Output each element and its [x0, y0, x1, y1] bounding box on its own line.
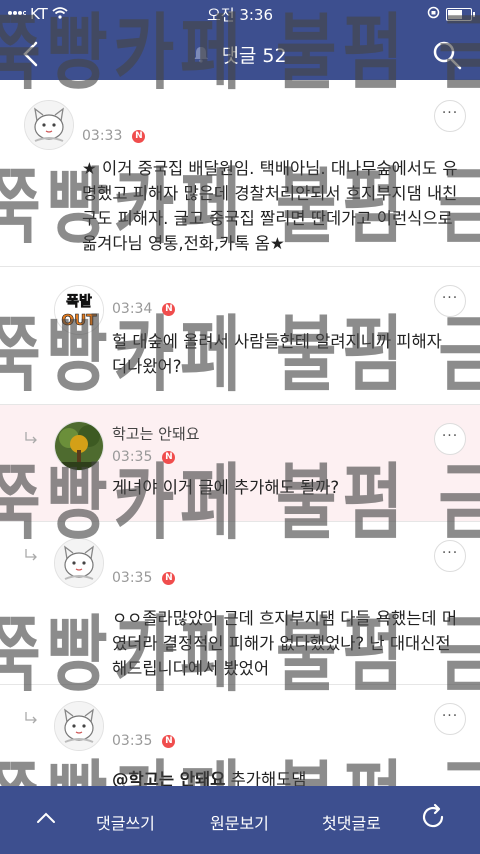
more-dots-icon: ···	[441, 428, 459, 444]
reply-arrow-icon	[25, 712, 37, 724]
bottom-toolbar: 댓글쓰기 원문보기 첫댓글로	[0, 786, 480, 854]
more-dots-icon: ···	[441, 290, 459, 306]
avatar-label-top: 폭발	[66, 293, 92, 310]
page-title: 댓글 52	[221, 45, 287, 67]
reply-arrow-icon	[25, 549, 37, 561]
comment-text: ㅇㅇ졸라많았어 근데 흐지부지댐 다들 욕했는데 머였더라 결정적인 피해가 없…	[112, 609, 458, 678]
avatar[interactable]	[54, 421, 104, 471]
comment-time: 03:33	[82, 128, 123, 144]
more-dots-icon: ···	[441, 545, 459, 561]
more-dots-icon: ···	[441, 708, 459, 724]
comment-meta: 03:35 N	[112, 449, 176, 465]
avatar[interactable]	[54, 701, 104, 751]
comment-author: 학고는 안돼요	[112, 423, 200, 444]
boom-out-icon: 폭발 OUT	[55, 286, 103, 334]
more-options-button[interactable]: ···	[434, 423, 466, 455]
comment-item: 03:35 N ··· ㅇㅇ졸라많았어 근데 흐지부지댐 다들 욕했는데 머였더…	[0, 522, 480, 685]
new-badge: N	[162, 302, 176, 316]
new-badge: N	[162, 734, 176, 748]
page-title-wrap: 댓글 52	[0, 41, 480, 68]
more-options-button[interactable]: ···	[434, 703, 466, 735]
nickname[interactable]: 학고는 안돼요	[112, 423, 200, 444]
cat-sketch-icon	[55, 702, 103, 750]
comment-text: 게녀야 이거 글에 추가해도 될까?	[112, 478, 340, 497]
comment-time: 03:35	[112, 733, 153, 749]
comment-item: 학고는 안돼요 03:35 N ··· 게녀야 이거 글에 추가해도 될까?	[0, 405, 480, 522]
comment-list: 03:33 N ··· ★ 이거 중국집 배달원임. 택배아님. 대나무숲에서도…	[0, 80, 480, 786]
view-original-button[interactable]: 원문보기	[210, 810, 269, 834]
bell-icon	[193, 45, 209, 68]
cat-sketch-icon	[55, 539, 103, 587]
reply-arrow-icon	[25, 432, 37, 444]
more-options-button[interactable]: ···	[434, 285, 466, 317]
scroll-top-button[interactable]	[34, 806, 58, 830]
comment-time: 03:34	[112, 301, 153, 317]
search-button[interactable]	[432, 40, 462, 70]
status-time: 오전 3:36	[206, 6, 274, 24]
chevron-up-icon	[37, 812, 55, 823]
comment-text: @학고는 안돼요 추가해도댐	[112, 767, 452, 786]
comment-meta: 03:33 N	[82, 128, 146, 144]
refresh-icon	[422, 803, 444, 828]
cat-sketch-icon	[25, 101, 73, 149]
new-badge: N	[162, 450, 176, 464]
rotation-lock-icon	[427, 5, 440, 23]
refresh-button[interactable]	[418, 802, 448, 832]
avatar[interactable]: 폭발 OUT	[54, 285, 104, 335]
new-badge: N	[132, 129, 146, 143]
status-bar: KT 오전 3:36	[0, 0, 480, 28]
status-right	[427, 5, 475, 23]
more-dots-icon: ···	[441, 105, 459, 121]
tree-photo-icon	[55, 422, 103, 470]
comment-text: ★ 이거 중국집 배달원임. 택배아님. 대나무숲에서도 유명했고 피해자 많은…	[82, 159, 458, 253]
new-badge: N	[162, 571, 176, 585]
write-comment-button[interactable]: 댓글쓰기	[96, 810, 155, 834]
comment-meta: 03:34 N	[112, 301, 176, 317]
more-options-button[interactable]: ···	[434, 100, 466, 132]
comment-text-rest: 추가해도댐	[230, 770, 307, 786]
battery-icon	[446, 7, 475, 21]
comment-text: 헐 대숲에 올려서 사람들한테 알려지니까 피해자 더나왔어?	[112, 332, 442, 376]
avatar-label-bottom: OUT	[61, 311, 97, 329]
comment-meta: 03:35 N	[112, 570, 176, 586]
comment-meta: 03:35 N	[112, 733, 176, 749]
comment-item: 03:35 N ··· @학고는 안돼요 추가해도댐	[0, 685, 480, 786]
top-navigation: 댓글 52	[0, 28, 480, 80]
search-icon	[433, 41, 462, 70]
comment-time: 03:35	[112, 570, 153, 586]
comment-item: 03:33 N ··· ★ 이거 중국집 배달원임. 택배아님. 대나무숲에서도…	[0, 80, 480, 267]
mention-link[interactable]: @학고는 안돼요	[112, 770, 225, 786]
comment-item: 폭발 OUT 03:34 N ··· 헐 대숲에 올려서 사람들한테 알려지니까…	[0, 267, 480, 405]
first-comment-button[interactable]: 첫댓글로	[322, 810, 381, 834]
more-options-button[interactable]: ···	[434, 540, 466, 572]
avatar[interactable]	[24, 100, 74, 150]
avatar[interactable]	[54, 538, 104, 588]
comment-time: 03:35	[112, 449, 153, 465]
